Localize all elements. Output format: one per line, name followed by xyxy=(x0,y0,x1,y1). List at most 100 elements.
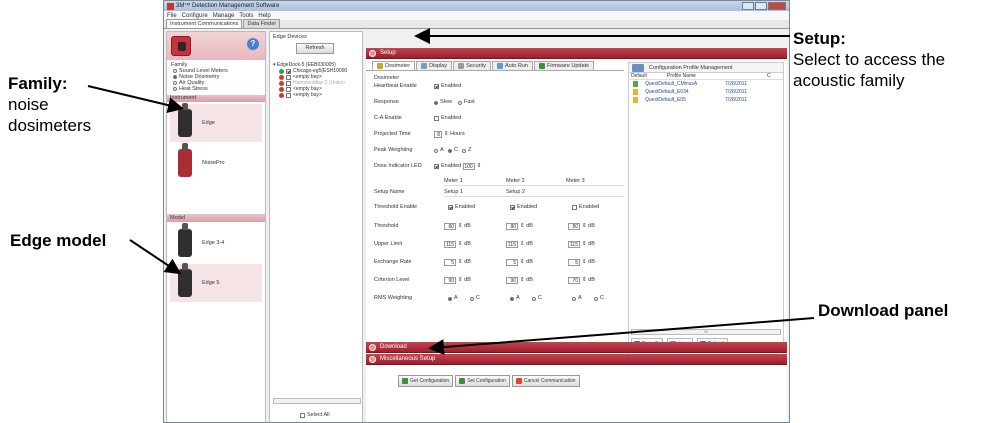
upper-limit-3[interactable]: 115 ⇕ dB xyxy=(568,240,595,249)
dose-led-checkbox[interactable]: Enabled 100 ⇕ xyxy=(434,162,481,171)
setup-name-label: Setup Name xyxy=(374,189,405,195)
menu-configure[interactable]: Configure xyxy=(182,13,208,19)
profile-lock-icon xyxy=(633,89,638,95)
device-tree-scrollbar[interactable] xyxy=(273,398,361,404)
upper-limit-2[interactable]: 115 ⇕ dB xyxy=(506,240,533,249)
threshold-1[interactable]: 80 ⇕ dB xyxy=(444,222,471,231)
edge-devices-panel: Edge Devices Refresh ▾ EdgeDock-5 (EEB03… xyxy=(269,31,363,422)
criterion-level-2[interactable]: 90 ⇕ dB xyxy=(506,276,533,285)
menu-manage[interactable]: Manage xyxy=(213,13,235,19)
tab-data-finder[interactable]: Data Finder xyxy=(243,19,281,28)
error-status-icon xyxy=(279,80,284,86)
model-section: Model Edge 3-4 Edge 5 xyxy=(167,214,265,422)
threshold-2[interactable]: 80 ⇕ dB xyxy=(506,222,533,231)
profile-table-header: Default Profile Name C xyxy=(629,73,783,80)
tab-auto-run[interactable]: Auto Run xyxy=(491,61,533,70)
device-checkbox[interactable] xyxy=(286,86,291,92)
peak-c-radio[interactable]: C xyxy=(448,146,458,155)
upper-limit-1[interactable]: 115 ⇕ dB xyxy=(444,240,471,249)
peak-a-radio[interactable]: A xyxy=(434,146,444,155)
help-icon[interactable]: ? xyxy=(247,38,259,50)
response-label: Response xyxy=(374,99,399,105)
family-label: Family xyxy=(171,62,188,68)
device-checkbox[interactable] xyxy=(286,80,291,86)
gear-icon xyxy=(369,50,376,57)
col-c[interactable]: C xyxy=(767,73,771,79)
criterion-level-1[interactable]: 90 ⇕ dB xyxy=(444,276,471,285)
tab-security[interactable]: Security xyxy=(453,61,491,70)
checkbox-icon xyxy=(434,164,439,169)
device-checkbox[interactable] xyxy=(286,68,291,74)
instrument-edge[interactable]: Edge xyxy=(170,103,262,142)
criterion-level-3[interactable]: 70 ⇕ dB xyxy=(568,276,595,285)
projected-time-label: Projected Time xyxy=(374,131,411,137)
exchange-rate-3[interactable]: 5 ⇕ dB xyxy=(568,258,595,267)
maximize-button[interactable] xyxy=(755,1,767,10)
select-all-checkbox[interactable]: Select All xyxy=(300,412,330,418)
threshold-enable-3[interactable]: Enabled xyxy=(572,203,599,212)
misc-setup-accordion-header[interactable]: Miscellaneous Setup xyxy=(366,354,787,365)
profile-scrollbar[interactable]: III xyxy=(631,329,781,335)
rms-2-a-radio[interactable]: A xyxy=(510,294,520,303)
menu-tools[interactable]: Tools xyxy=(239,13,253,19)
refresh-devices-button[interactable]: Refresh xyxy=(296,43,334,54)
minimize-button[interactable] xyxy=(742,1,754,10)
profile-row[interactable]: QuestDefault_E034 7/28/2011 xyxy=(629,88,783,96)
model-edge-5[interactable]: Edge 5 xyxy=(170,263,262,302)
family-header: ? xyxy=(167,32,265,60)
get-configuration-button[interactable]: Get Configuration xyxy=(398,375,454,387)
checkbox-icon xyxy=(572,205,577,210)
set-configuration-button[interactable]: Set Configuration xyxy=(455,375,510,387)
tree-item-empty-bay[interactable]: <empty bay> xyxy=(273,92,362,98)
dose-led-value[interactable]: 100 xyxy=(462,163,475,170)
col-profile-name[interactable]: Profile Name xyxy=(657,73,767,79)
dose-led-label: Dose Indicator LED xyxy=(374,163,422,169)
device-checkbox[interactable] xyxy=(286,92,291,98)
threshold-enable-2[interactable]: Enabled xyxy=(510,203,537,212)
profile-row[interactable]: QuestDefault_E05 7/28/2011 xyxy=(629,96,783,104)
tab-firmware-update[interactable]: Firmware Update xyxy=(533,61,595,70)
tab-display[interactable]: Display xyxy=(416,61,453,70)
exchange-rate-2[interactable]: 5 ⇕ dB xyxy=(506,258,533,267)
cancel-communication-button[interactable]: Cancel Communication xyxy=(511,375,580,387)
radio-icon xyxy=(434,148,438,153)
noise-dosimeter-icon xyxy=(171,36,191,56)
rms-2-c-radio[interactable]: C xyxy=(532,294,542,303)
meter-2-header: Meter 2 xyxy=(506,178,525,184)
setup-accordion-header[interactable]: Setup xyxy=(366,48,787,59)
projected-time-stepper[interactable]: 8 ⇕ Hours xyxy=(434,130,465,139)
response-slow-radio[interactable]: Slow xyxy=(434,98,452,107)
window-title: 3M™ Detection Management Software xyxy=(176,3,280,9)
rms-1-c-radio[interactable]: C xyxy=(470,294,480,303)
rms-1-a-radio[interactable]: A xyxy=(448,294,458,303)
close-button[interactable] xyxy=(768,1,786,10)
rms-3-a-radio[interactable]: A xyxy=(572,294,582,303)
family-option-heat-stress[interactable]: Heat Stress xyxy=(167,86,265,92)
download-panel-callout: Download panel xyxy=(818,301,949,320)
spinner-icon[interactable]: ⇕ xyxy=(477,162,482,171)
threshold-enable-1[interactable]: Enabled xyxy=(448,203,475,212)
ca-enable-checkbox[interactable]: Enabled xyxy=(434,114,461,123)
response-fast-radio[interactable]: Fast xyxy=(458,98,475,107)
peak-z-radio[interactable]: Z xyxy=(462,146,471,155)
instrument-noisepro[interactable]: NoisePro xyxy=(170,143,262,182)
menu-help[interactable]: Help xyxy=(258,13,270,19)
radio-selected-icon xyxy=(173,75,177,79)
menu-file[interactable]: File xyxy=(167,13,177,19)
device-checkbox[interactable] xyxy=(286,74,291,80)
tab-dosimeter[interactable]: Dosimeter xyxy=(372,61,416,70)
heartbeat-checkbox[interactable]: Enabled xyxy=(434,82,461,91)
model-edge-3-4[interactable]: Edge 3-4 xyxy=(170,223,262,262)
col-default[interactable]: Default xyxy=(629,73,657,79)
tab-instrument-communications[interactable]: Instrument Communications xyxy=(166,19,243,28)
rms-weighting-label: RMS Weighting xyxy=(374,295,413,301)
profile-row[interactable]: QuestDefault_CMinusA 7/28/2011 xyxy=(629,80,783,88)
error-status-icon xyxy=(279,74,284,80)
radio-selected-icon xyxy=(448,296,452,301)
noisepro-device-icon xyxy=(178,143,192,177)
calendar-icon xyxy=(496,63,503,69)
exchange-rate-1[interactable]: 5 ⇕ dB xyxy=(444,258,471,267)
threshold-3[interactable]: 80 ⇕ dB xyxy=(568,222,595,231)
download-accordion-header[interactable]: Download xyxy=(366,342,787,353)
rms-3-c-radio[interactable]: C xyxy=(594,294,604,303)
